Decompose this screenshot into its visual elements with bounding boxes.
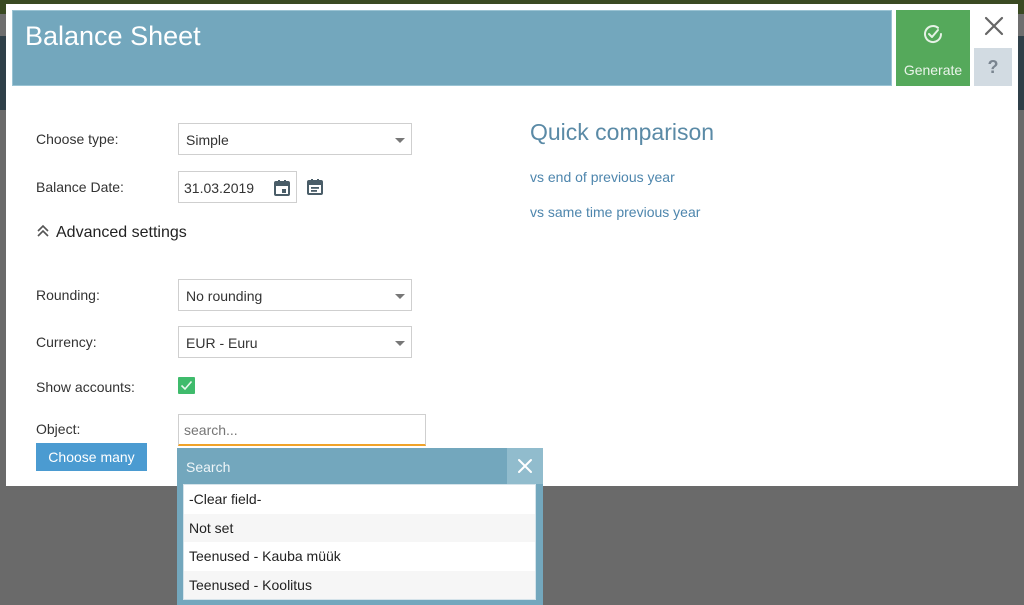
close-button[interactable] <box>980 12 1008 40</box>
list-item-not-set[interactable]: Not set <box>184 513 535 542</box>
rounding-label: Rounding: <box>36 287 100 303</box>
show-accounts-label: Show accounts: <box>36 379 135 395</box>
choose-many-button[interactable]: Choose many <box>36 443 147 471</box>
object-search-input[interactable] <box>178 414 426 446</box>
date-label: Balance Date: <box>36 179 124 195</box>
search-dropdown: Search -Clear field- Not set Teenused - … <box>177 448 543 605</box>
check-circle-icon <box>924 25 943 43</box>
help-button[interactable]: ? <box>974 48 1012 86</box>
advanced-settings-label: Advanced settings <box>56 224 187 241</box>
generate-button[interactable]: Generate <box>896 10 970 86</box>
currency-select-value: EUR - Euru <box>186 335 258 351</box>
show-accounts-checkbox[interactable] <box>178 377 195 394</box>
dialog-header: Balance Sheet <box>12 10 892 86</box>
type-select-value: Simple <box>186 132 229 148</box>
list-item-clear-field[interactable]: -Clear field- <box>184 485 535 514</box>
rounding-select[interactable]: No rounding <box>178 279 412 311</box>
chevron-down-icon <box>395 294 405 299</box>
currency-label: Currency: <box>36 334 97 350</box>
balance-date-value: 31.03.2019 <box>184 180 255 196</box>
chevron-down-icon <box>395 138 405 143</box>
search-dropdown-close-button[interactable] <box>507 448 543 484</box>
chevrons-up-icon <box>37 224 49 237</box>
object-label: Object: <box>36 421 81 437</box>
dialog-title: Balance Sheet <box>25 21 201 51</box>
calendar-icon[interactable] <box>272 178 292 198</box>
vs-same-time-previous-year-link[interactable]: vs same time previous year <box>530 204 700 220</box>
calendar-list-icon[interactable] <box>305 177 325 197</box>
search-dropdown-title: Search <box>186 459 231 475</box>
vs-end-previous-year-link[interactable]: vs end of previous year <box>530 169 675 185</box>
search-results-list: -Clear field- Not set Teenused - Kauba m… <box>183 484 536 600</box>
close-icon <box>984 16 1004 36</box>
balance-date-input[interactable]: 31.03.2019 <box>178 171 297 203</box>
quick-comparison-title: Quick comparison <box>530 119 715 145</box>
list-item-koolitus[interactable]: Teenused - Koolitus <box>184 570 535 599</box>
balance-sheet-dialog: Balance Sheet Generate ? Choose type: Si… <box>6 4 1018 486</box>
close-icon <box>518 459 532 473</box>
rounding-select-value: No rounding <box>186 288 263 304</box>
generate-label: Generate <box>903 62 963 78</box>
currency-select[interactable]: EUR - Euru <box>178 326 412 358</box>
type-label: Choose type: <box>36 131 119 147</box>
advanced-settings-toggle[interactable]: Advanced settings <box>36 224 187 242</box>
list-item-kauba-muuk[interactable]: Teenused - Kauba müük <box>184 542 535 571</box>
chevron-down-icon <box>395 341 405 346</box>
check-icon <box>180 380 193 391</box>
type-select[interactable]: Simple <box>178 123 412 155</box>
